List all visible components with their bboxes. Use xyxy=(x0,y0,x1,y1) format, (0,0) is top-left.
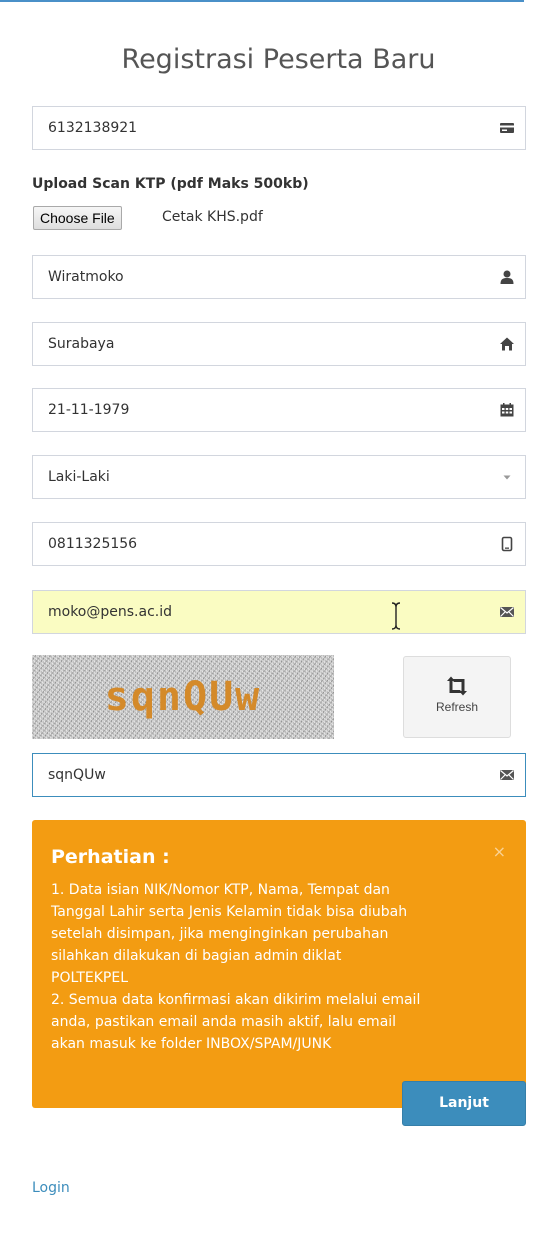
alert-line: silahkan dilakukan di bagian admin dikla… xyxy=(51,948,342,964)
alert-line: akan masuk ke folder INBOX/SPAM/JUNK xyxy=(51,1036,332,1052)
alert-line: anda, pastikan email anda masih aktif, l… xyxy=(51,1014,397,1030)
telepon-value: 0811325156 xyxy=(48,536,138,552)
envelope-icon xyxy=(500,770,514,780)
nik-field[interactable]: 6132138921 xyxy=(32,106,526,150)
jenis-kelamin-select[interactable]: Laki-Laki xyxy=(32,455,526,499)
tanggal-lahir-value: 21-11-1979 xyxy=(48,402,130,418)
captcha-input[interactable]: sqnQUw xyxy=(32,753,526,797)
alert-title: Perhatian : xyxy=(51,846,170,868)
envelope-icon xyxy=(500,607,514,617)
mobile-phone-icon xyxy=(501,536,513,552)
tempat-lahir-field[interactable]: Surabaya xyxy=(32,322,526,366)
alert-line: POLTEKPEL xyxy=(51,970,128,986)
top-rule xyxy=(0,0,524,2)
refresh-label: Refresh xyxy=(435,700,479,714)
id-card-icon xyxy=(500,123,514,133)
nama-value: Wiratmoko xyxy=(48,269,124,285)
nama-field[interactable]: Wiratmoko xyxy=(32,255,526,299)
captcha-image: sqnQUw xyxy=(32,655,334,739)
text-cursor-icon xyxy=(391,602,401,630)
alert-close-button[interactable]: × xyxy=(493,842,506,861)
lanjut-button[interactable]: Lanjut xyxy=(402,1081,526,1126)
choose-file-button[interactable]: Choose File xyxy=(33,206,122,230)
caret-down-icon xyxy=(503,475,511,480)
alert-line: 1. Data isian NIK/Nomor KTP, Nama, Tempa… xyxy=(51,882,390,898)
user-icon xyxy=(500,270,514,284)
captcha-refresh-button[interactable]: Refresh xyxy=(403,656,511,738)
email-value: moko@pens.ac.id xyxy=(48,604,172,620)
upload-ktp-label: Upload Scan KTP (pdf Maks 500kb) xyxy=(32,176,309,192)
jenis-kelamin-value: Laki-Laki xyxy=(48,469,110,485)
alert-line: Tanggal Lahir serta Jenis Kelamin tidak … xyxy=(51,904,408,920)
captcha-input-value: sqnQUw xyxy=(48,767,106,783)
page-title: Registrasi Peserta Baru xyxy=(121,44,436,75)
telepon-field[interactable]: 0811325156 xyxy=(32,522,526,566)
retweet-icon xyxy=(447,676,467,696)
tanggal-lahir-field[interactable]: 21-11-1979 xyxy=(32,388,526,432)
login-link[interactable]: Login xyxy=(32,1180,70,1196)
calendar-icon xyxy=(500,403,514,417)
selected-file-name: Cetak KHS.pdf xyxy=(162,209,263,225)
nik-value: 6132138921 xyxy=(48,120,138,136)
warning-alert: Perhatian : × 1. Data isian NIK/Nomor KT… xyxy=(32,820,526,1108)
alert-line: 2. Semua data konfirmasi akan dikirim me… xyxy=(51,992,421,1008)
alert-body: 1. Data isian NIK/Nomor KTP, Nama, Tempa… xyxy=(51,879,513,1055)
tempat-lahir-value: Surabaya xyxy=(48,336,115,352)
alert-line: setelah disimpan, jika menginginkan peru… xyxy=(51,926,389,942)
home-icon xyxy=(500,337,514,351)
captcha-image-text: sqnQUw xyxy=(104,674,262,720)
email-field[interactable]: moko@pens.ac.id xyxy=(32,590,526,634)
